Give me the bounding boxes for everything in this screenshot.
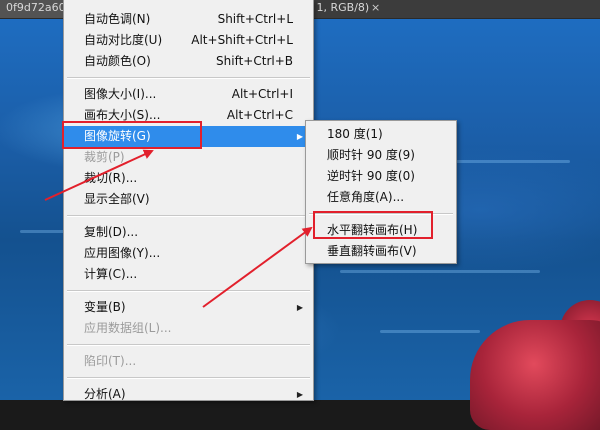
menu-item-label: 裁切(R)... <box>84 171 138 185</box>
menu-item-label: 复制(D)... <box>84 225 139 239</box>
menu-item[interactable]: 图像大小(I)... Alt+Ctrl+I <box>64 84 313 105</box>
highlight-box-flip-horizontal <box>313 211 433 239</box>
menu-item[interactable]: 自动对比度(U) Alt+Shift+Ctrl+L <box>64 30 313 51</box>
menu-item[interactable]: 裁切(R)... <box>64 168 313 189</box>
menu-item-label: 变量(B) <box>84 300 126 314</box>
menu-item-label: 垂直翻转画布(V) <box>327 244 417 258</box>
menu-item-shortcut: Shift+Ctrl+L <box>217 12 293 26</box>
menu-item-label: 分析(A) <box>84 387 126 401</box>
menu-item[interactable]: 计算(C)... <box>64 264 313 285</box>
menu-item[interactable]: 顺时针 90 度(9) <box>306 145 456 166</box>
menu-item[interactable]: 应用图像(Y)... <box>64 243 313 264</box>
menu-item[interactable]: 显示全部(V) <box>64 189 313 210</box>
menu-item-label: 自动颜色(O) <box>84 54 151 68</box>
menu-item: 裁剪(P) <box>64 147 313 168</box>
menu-item[interactable]: 逆时针 90 度(0) <box>306 166 456 187</box>
close-tab-icon[interactable]: × <box>371 0 380 18</box>
menu-item[interactable]: 任意角度(A)... <box>306 187 456 208</box>
menu-item[interactable]: 复制(D)... <box>64 222 313 243</box>
menu-item[interactable]: 180 度(1) <box>306 124 456 145</box>
menu-item-label: 图像大小(I)... <box>84 87 157 101</box>
menu-item-label: 180 度(1) <box>327 127 383 141</box>
menu-item-label: 顺时针 90 度(9) <box>327 148 415 162</box>
submenu-arrow-icon: ▶ <box>296 132 303 141</box>
menu-item-label: 自动对比度(U) <box>84 33 163 47</box>
menu-item-label: 应用图像(Y)... <box>84 246 161 260</box>
menu-item-shortcut: Shift+Ctrl+B <box>216 54 293 68</box>
submenu-arrow-icon: ▶ <box>296 390 303 399</box>
image-rotation-submenu: 180 度(1) 顺时针 90 度(9) 逆时针 90 度(0) 任意角度(A)...… <box>305 120 457 264</box>
red-rock-image <box>470 320 600 430</box>
menu-item-label: 逆时针 90 度(0) <box>327 169 415 183</box>
menu-item-label: 应用数据组(L)... <box>84 321 172 335</box>
menu-item-label: 陷印(T)... <box>84 354 137 368</box>
menu-item-label: 显示全部(V) <box>84 192 150 206</box>
menu-item-shortcut: Alt+Shift+Ctrl+L <box>191 33 293 47</box>
menu-item-label: 裁剪(P) <box>84 150 125 164</box>
menu-separator <box>67 377 310 379</box>
image-menu: 自动色调(N) Shift+Ctrl+L 自动对比度(U) Alt+Shift+Ctr… <box>63 0 314 401</box>
menu-item[interactable]: 自动色调(N) Shift+Ctrl+L <box>64 9 313 30</box>
menu-item[interactable]: 分析(A) ▶ <box>64 384 313 405</box>
menu-separator <box>67 215 310 217</box>
menu-item[interactable]: 变量(B) ▶ <box>64 297 313 318</box>
document-tab[interactable]: 0f9d72a605 <box>0 0 64 18</box>
menu-item-label: 计算(C)... <box>84 267 138 281</box>
highlight-box-image-rotation <box>62 121 202 149</box>
menu-item[interactable]: 垂直翻转画布(V) <box>306 241 456 262</box>
submenu-arrow-icon: ▶ <box>296 303 303 312</box>
menu-separator <box>67 77 310 79</box>
menu-item: 陷印(T)... <box>64 351 313 372</box>
menu-item-shortcut: Alt+Ctrl+C <box>226 108 293 122</box>
menu-item: 应用数据组(L)... <box>64 318 313 339</box>
menu-separator <box>67 290 310 292</box>
menu-item-label: 自动色调(N) <box>84 12 151 26</box>
menu-separator <box>67 344 310 346</box>
menu-item-shortcut: Alt+Ctrl+I <box>231 87 293 101</box>
menu-item[interactable]: 自动颜色(O) Shift+Ctrl+B <box>64 51 313 72</box>
menu-item-label: 任意角度(A)... <box>327 190 405 204</box>
